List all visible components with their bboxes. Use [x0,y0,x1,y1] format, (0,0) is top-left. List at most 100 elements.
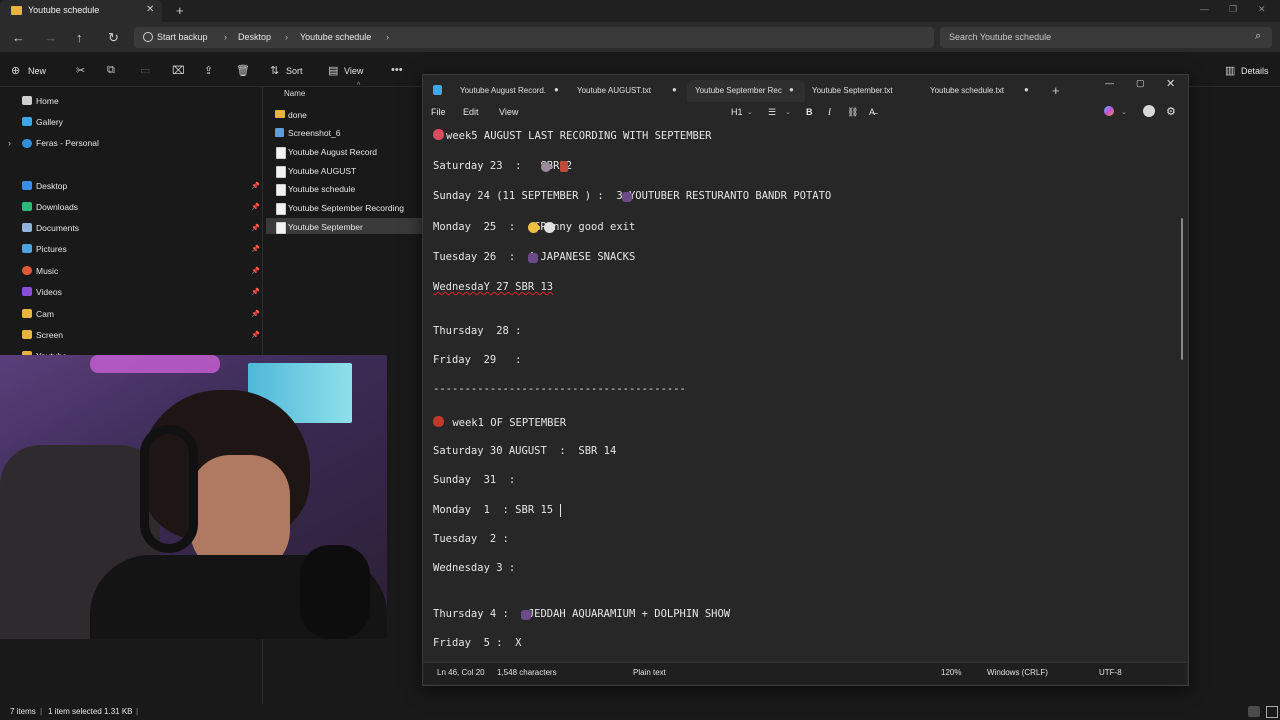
chevron-right-icon[interactable]: › [8,138,11,148]
details-button[interactable]: Details [1241,66,1269,76]
sidebar-item-documents[interactable]: Documents [36,223,79,233]
list-item[interactable]: Youtube September Recording [288,203,404,213]
explorer-tab[interactable]: Youtube schedule ✕ [0,0,162,22]
refresh-icon[interactable]: ↻ [108,30,119,46]
breadcrumb-desktop[interactable]: Desktop [238,32,271,42]
close-window-icon[interactable]: ✕ [1258,4,1266,15]
pin-icon[interactable]: 📌 [251,245,260,253]
bold-icon[interactable]: B [806,107,813,117]
settings-gear-icon[interactable]: ⚙ [1166,105,1176,118]
list-item[interactable]: Screenshot_6 [288,128,340,138]
column-header-name[interactable]: Name [284,89,305,98]
sidebar-item-gallery[interactable]: Gallery [36,117,63,127]
scrollbar-thumb[interactable] [1181,218,1183,360]
folder-icon [275,110,285,118]
menu-edit[interactable]: Edit [463,107,479,117]
share-icon[interactable]: ⇪ [204,64,213,77]
italic-icon[interactable]: I [828,107,831,117]
minimize-icon[interactable]: — [1105,78,1114,88]
heading-dropdown[interactable]: H1 [731,107,743,117]
search-input[interactable]: Search Youtube schedule [949,32,1051,42]
line-text: Sunday 24 (11 SEPTEMBER ) : 3 YOUTUBER R… [433,190,832,202]
unsaved-dot-icon[interactable]: ● [672,85,677,94]
file-type[interactable]: Plain text [633,668,666,677]
sidebar-item-cam[interactable]: Cam [36,309,54,319]
list-item[interactable]: Youtube September [288,222,363,232]
tab-youtube-september[interactable]: Youtube September.txt [812,86,893,95]
unsaved-dot-icon[interactable]: ● [554,85,559,94]
unsaved-dot-icon[interactable]: ● [789,85,794,94]
pin-icon[interactable]: 📌 [251,288,260,296]
cut-icon[interactable]: ✂ [76,64,85,77]
tab-youtube-schedule[interactable]: Youtube schedule.txt [930,86,1004,95]
forward-icon[interactable]: → [44,30,57,45]
tab-youtube-september-rec[interactable]: Youtube September Rec [695,86,782,95]
list-icon[interactable]: ☰ [768,107,776,118]
chevron-right-icon[interactable]: › [386,32,389,42]
chevron-down-icon[interactable]: ⌄ [747,108,753,116]
copilot-icon[interactable] [1104,106,1114,116]
details-view-icon[interactable] [1248,706,1260,717]
back-icon[interactable]: ← [12,30,25,45]
list-item[interactable]: Youtube schedule [288,184,355,194]
sidebar-item-downloads[interactable]: Downloads [36,202,78,212]
sidebar-item-videos[interactable]: Videos [36,287,62,297]
zoom-level[interactable]: 120% [941,668,961,677]
pin-icon[interactable]: 📌 [251,224,260,232]
new-button[interactable]: New [28,66,46,76]
sidebar-item-pictures[interactable]: Pictures [36,244,67,254]
chevron-down-icon[interactable]: ⌄ [1121,108,1127,116]
pin-icon[interactable]: 📌 [251,310,260,318]
sort-caret-icon: ^ [357,82,361,89]
status-separator: | [136,707,139,716]
pin-icon[interactable]: 📌 [251,182,260,190]
search-icon[interactable]: ⌕ [1255,30,1261,43]
breadcrumb-start-backup[interactable]: Start backup [157,32,208,42]
menu-file[interactable]: File [431,107,446,117]
chevron-right-icon[interactable]: › [285,32,288,42]
maximize-icon[interactable]: ❐ [1229,4,1237,15]
more-icon[interactable]: ••• [391,64,403,76]
copy-icon[interactable]: ⧉ [107,64,115,77]
delete-icon[interactable]: 🗑 [236,64,250,77]
new-tab-icon[interactable]: + [176,3,184,18]
new-icon[interactable]: ⊕ [11,64,20,77]
sidebar-item-home[interactable]: Home [36,96,59,106]
sidebar-item-onedrive[interactable]: Feras - Personal [36,138,99,148]
paste-icon[interactable]: ▭ [140,64,150,77]
account-icon[interactable] [1143,105,1155,117]
pin-icon[interactable]: 📌 [251,331,260,339]
list-item[interactable]: Youtube August Record [288,147,377,157]
pin-icon[interactable]: 📌 [251,267,260,275]
sidebar-item-desktop[interactable]: Desktop [36,181,67,191]
sort-icon[interactable]: ⇅ [270,64,279,77]
close-tab-icon[interactable]: ✕ [146,4,154,15]
tab-youtube-august-record[interactable]: Youtube August Record. [460,86,546,95]
encoding[interactable]: UTF-8 [1099,668,1122,677]
up-icon[interactable]: ↑ [76,30,83,45]
list-item[interactable]: done [288,110,307,120]
maximize-icon[interactable]: ▢ [1136,78,1145,89]
rename-icon[interactable]: ⌧ [172,64,185,77]
minimize-icon[interactable]: — [1200,4,1209,14]
sidebar-item-music[interactable]: Music [36,266,58,276]
new-tab-icon[interactable]: + [1052,83,1060,98]
tiles-view-icon[interactable] [1266,706,1278,718]
breadcrumb-youtube-schedule[interactable]: Youtube schedule [300,32,371,42]
pin-icon[interactable]: 📌 [251,203,260,211]
list-item[interactable]: Youtube AUGUST [288,166,356,176]
unsaved-dot-icon[interactable]: ● [1024,85,1029,94]
sort-button[interactable]: Sort [286,66,303,76]
sidebar-item-screen[interactable]: Screen [36,330,63,340]
view-button[interactable]: View [344,66,363,76]
link-icon[interactable]: ⛓ [847,107,858,118]
line-ending[interactable]: Windows (CRLF) [987,668,1048,677]
close-window-icon[interactable]: ✕ [1166,77,1175,90]
details-icon[interactable]: ▥ [1225,64,1235,77]
clear-format-icon[interactable]: A̶ [869,107,875,117]
menu-view[interactable]: View [499,107,518,117]
view-icon[interactable]: ▤ [328,64,338,77]
chevron-right-icon[interactable]: › [224,32,227,42]
chevron-down-icon[interactable]: ⌄ [785,108,791,116]
tab-youtube-august[interactable]: Youtube AUGUST.txt [577,86,651,95]
